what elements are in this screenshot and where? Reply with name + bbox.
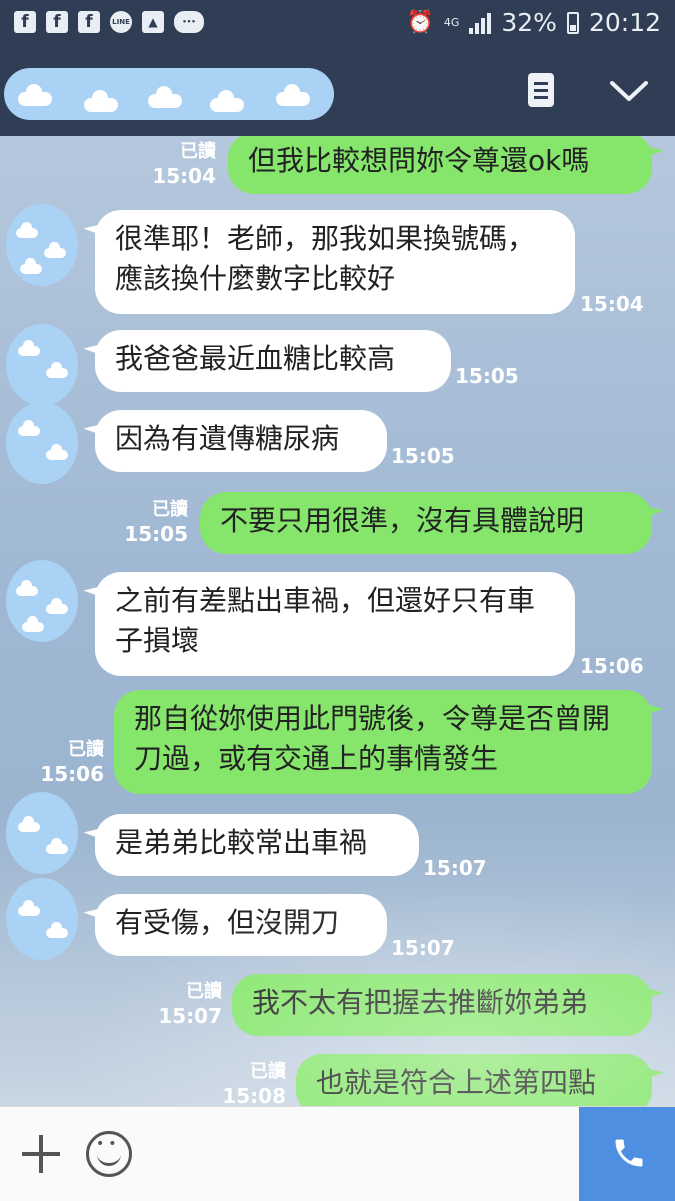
- avatar[interactable]: [6, 204, 78, 286]
- message-bubble-outgoing[interactable]: 那自從妳使用此門號後，令尊是否曾開刀過，或有交通上的事情發生: [114, 690, 652, 794]
- status-bar: f f f LINE ▲ ••• ⏰ 4G 32% 20:12: [0, 0, 675, 46]
- read-receipt: 已讀: [186, 981, 222, 1002]
- read-receipt: 已讀: [250, 1061, 286, 1082]
- message-meta: 已讀 15:08: [220, 1060, 286, 1106]
- call-button[interactable]: [579, 1107, 675, 1201]
- message-time: 15:07: [158, 1004, 222, 1028]
- phone-icon: [611, 1135, 647, 1171]
- message-meta: 已讀 15:06: [38, 738, 104, 786]
- message-bubble-incoming[interactable]: 是弟弟比較常出車禍: [95, 814, 419, 876]
- avatar[interactable]: [6, 792, 78, 874]
- message-time: 15:07: [423, 856, 487, 880]
- message-bubble-outgoing[interactable]: 我不太有把握去推斷妳弟弟: [232, 974, 652, 1036]
- facebook-icon: f: [46, 11, 68, 33]
- network-type: 4G: [443, 16, 460, 29]
- plus-icon[interactable]: [20, 1133, 62, 1175]
- battery-icon: [566, 11, 579, 34]
- avatar[interactable]: [6, 402, 78, 484]
- message-time: 15:06: [40, 762, 104, 786]
- avatar[interactable]: [6, 324, 78, 406]
- battery-percent: 32%: [501, 8, 557, 37]
- facebook-icon: f: [78, 11, 100, 33]
- message-bubble-outgoing[interactable]: 不要只用很準，沒有具體說明: [200, 492, 652, 554]
- message-bubble-outgoing[interactable]: 也就是符合上述第四點: [296, 1054, 652, 1106]
- read-receipt: 已讀: [180, 141, 216, 162]
- message-bubble-outgoing[interactable]: 但我比較想問妳令尊還ok嗎: [228, 136, 652, 194]
- message-time: 15:05: [391, 444, 455, 468]
- chat-header: [0, 46, 675, 136]
- message-bubble-incoming[interactable]: 很準耶！老師，那我如果換號碼，應該換什麼數字比較好: [95, 210, 575, 314]
- chat-area[interactable]: 已讀 15:04 但我比較想問妳令尊還ok嗎 很準耶！老師，那我如果換號碼，應該…: [0, 136, 675, 1106]
- avatar[interactable]: [6, 560, 78, 642]
- facebook-icon: f: [14, 11, 36, 33]
- collapse-button[interactable]: [606, 68, 652, 114]
- message-meta: 已讀 15:04: [150, 140, 216, 188]
- message-time: 15:05: [455, 364, 519, 388]
- message-meta: 已讀 15:07: [156, 980, 222, 1028]
- clock: 20:12: [588, 8, 661, 37]
- signal-icon: [469, 12, 492, 34]
- message-time: 15:05: [124, 522, 188, 546]
- alarm-icon: ⏰: [406, 10, 434, 35]
- read-receipt: 已讀: [68, 739, 104, 760]
- emoji-icon[interactable]: [86, 1131, 132, 1177]
- input-bar: [0, 1106, 675, 1201]
- contact-name-redacted: [4, 68, 334, 120]
- message-bubble-incoming[interactable]: 有受傷，但沒開刀: [95, 894, 387, 956]
- document-icon: [528, 73, 554, 107]
- message-time: 15:08: [222, 1084, 286, 1106]
- app-icon: •••: [174, 11, 204, 33]
- chevron-down-icon: [610, 81, 648, 101]
- line-icon: LINE: [110, 11, 132, 33]
- message-time: 15:04: [580, 292, 644, 316]
- message-bubble-incoming[interactable]: 我爸爸最近血糖比較高: [95, 330, 451, 392]
- notes-button[interactable]: [518, 68, 564, 114]
- message-bubble-incoming[interactable]: 因為有遺傳糖尿病: [95, 410, 387, 472]
- read-receipt: 已讀: [152, 499, 188, 520]
- message-time: 15:06: [580, 654, 644, 678]
- image-icon: ▲: [142, 11, 164, 33]
- message-time: 15:07: [391, 936, 455, 960]
- avatar[interactable]: [6, 878, 78, 960]
- notification-icons: f f f LINE ▲ •••: [14, 11, 204, 33]
- message-bubble-incoming[interactable]: 之前有差點出車禍，但還好只有車子損壞: [95, 572, 575, 676]
- message-meta: 已讀 15:05: [122, 498, 188, 546]
- message-time: 15:04: [152, 164, 216, 188]
